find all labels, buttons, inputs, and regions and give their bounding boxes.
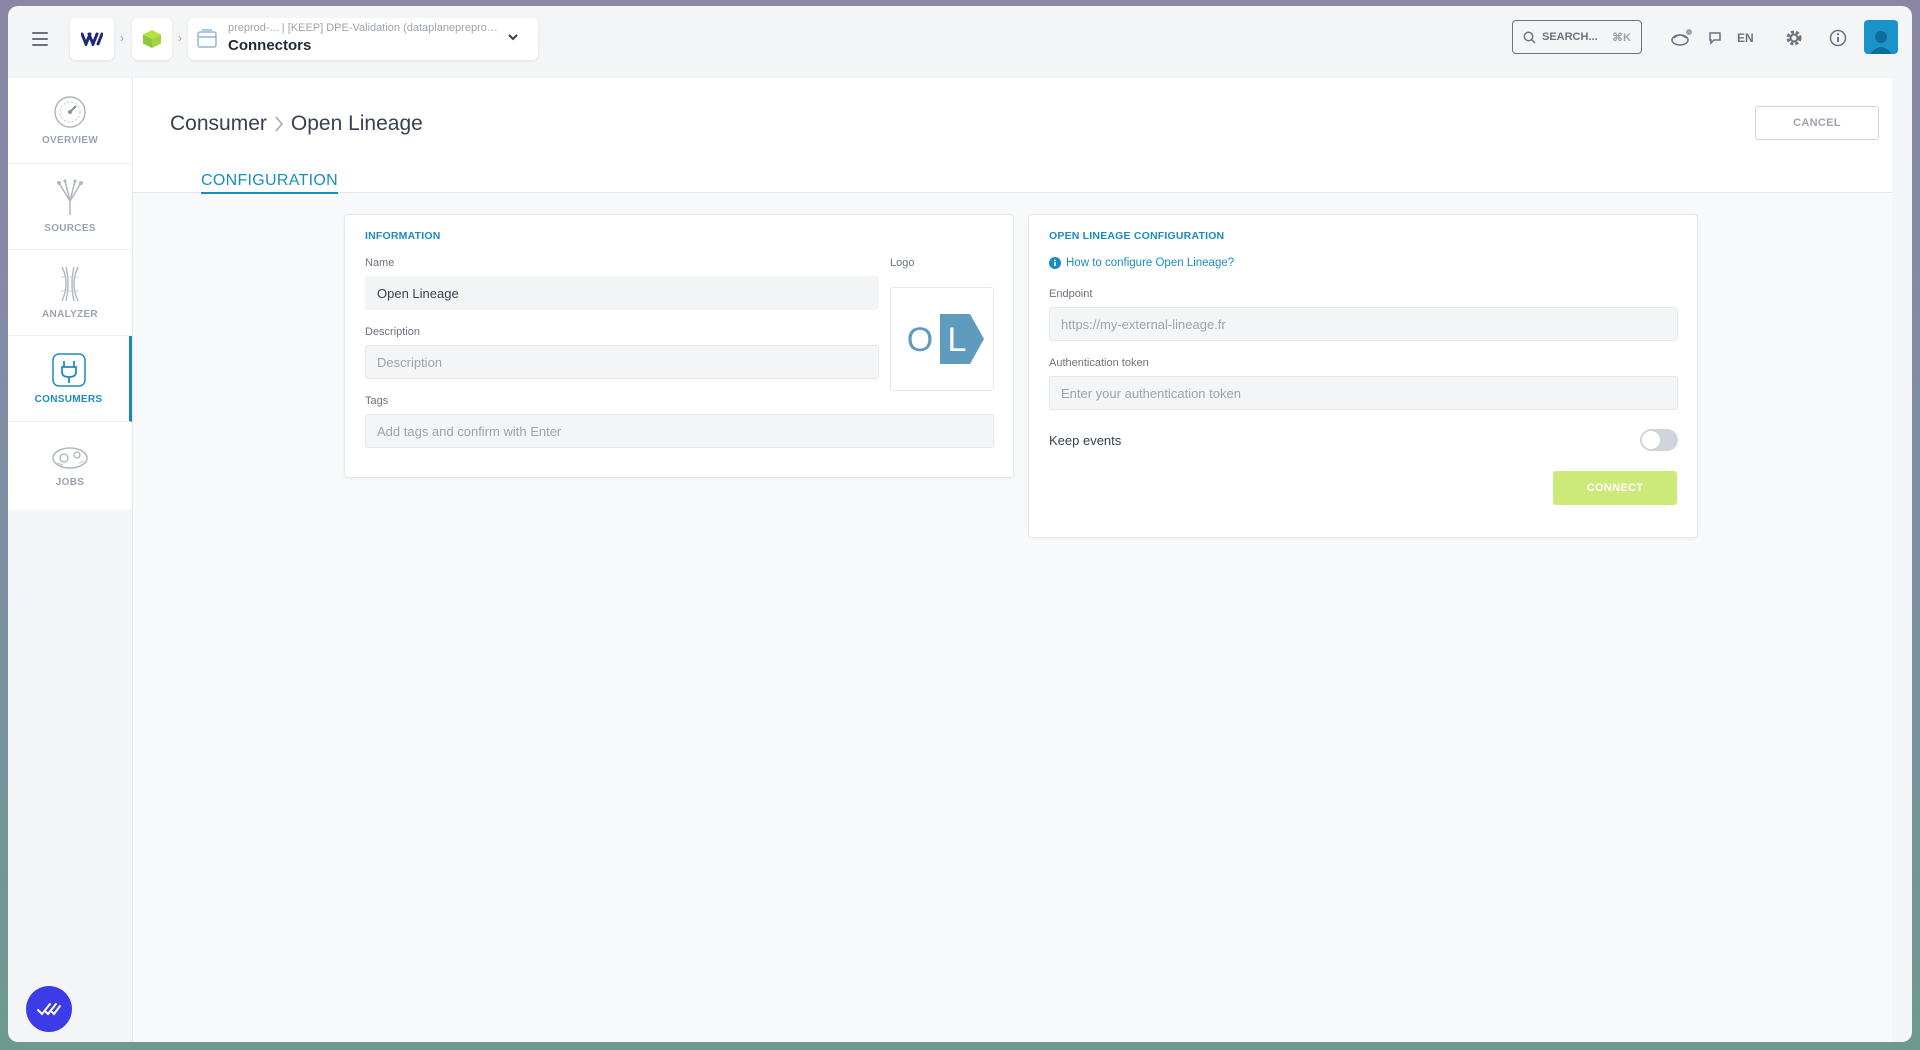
information-title: INFORMATION (365, 230, 441, 242)
jobs-icon (52, 446, 88, 469)
open-lineage-config-card: OPEN LINEAGE CONFIGURATION How to config… (1028, 214, 1698, 538)
workspace-icon (197, 29, 217, 48)
notifications-icon[interactable] (1670, 28, 1692, 48)
sidebar-item-consumers[interactable]: CONSUMERS (8, 336, 132, 422)
sources-icon (57, 179, 83, 215)
description-label: Description (365, 326, 421, 338)
tags-label: Tags (365, 395, 389, 407)
top-bar: › › preprod-... | [KEEP] DPE-Validation … (8, 6, 1912, 72)
logo-letter-o: O (907, 321, 933, 359)
chat-icon[interactable] (1708, 32, 1722, 45)
sidebar-item-label: SOURCES (44, 223, 96, 234)
app-window: › › preprod-... | [KEEP] DPE-Validation … (8, 6, 1912, 1042)
auth-token-label: Authentication token (1049, 357, 1149, 369)
auth-token-field[interactable] (1049, 376, 1678, 410)
open-lineage-config-title: OPEN LINEAGE CONFIGURATION (1049, 230, 1225, 242)
gear-icon[interactable] (1784, 28, 1804, 48)
info-circle-icon (1049, 257, 1061, 269)
how-to-configure-label: How to configure Open Lineage? (1066, 257, 1235, 269)
main-content: Consumer Open Lineage CANCEL CONFIGURATI… (132, 78, 1892, 1042)
breadcrumb-current: Open Lineage (290, 112, 423, 135)
sidebar: OVERVIEW SOURCES ANALYZER CONSUMERS JOBS (8, 78, 132, 510)
sidebar-item-label: ANALYZER (42, 309, 98, 320)
search-icon (1523, 31, 1536, 44)
cancel-button[interactable]: CANCEL (1755, 106, 1879, 140)
workspace-title: Connectors (228, 37, 312, 54)
language-switch[interactable]: EN (1737, 31, 1754, 45)
logo-label: Logo (890, 257, 915, 269)
sidebar-item-label: OVERVIEW (41, 135, 99, 146)
breadcrumb-separator: › (178, 31, 182, 45)
tab-configuration[interactable]: CONFIGURATION (201, 172, 338, 194)
info-icon[interactable] (1829, 29, 1847, 47)
description-field[interactable] (365, 345, 879, 379)
breadcrumb-separator: › (120, 31, 124, 45)
information-card: INFORMATION Name Logo O L Description Ta… (344, 214, 1014, 478)
name-field[interactable] (365, 276, 879, 310)
connect-button[interactable]: CONNECT (1553, 471, 1677, 505)
search-label: SEARCH... (1542, 31, 1598, 43)
tags-field[interactable] (365, 414, 994, 448)
keep-events-label: Keep events (1049, 433, 1122, 448)
sidebar-item-jobs[interactable]: JOBS (8, 422, 132, 508)
plug-icon (51, 353, 86, 387)
analyzer-icon (61, 266, 79, 302)
open-lineage-logo: O L (907, 314, 984, 364)
sidebar-item-analyzer[interactable]: ANALYZER (8, 250, 132, 336)
search-button[interactable]: SEARCH... ⌘K (1512, 20, 1642, 54)
brand-logo-icon (81, 32, 103, 46)
name-label: Name (365, 257, 395, 269)
assistant-button[interactable] (26, 986, 72, 1032)
breadcrumb-root[interactable]: Consumer (170, 112, 267, 136)
workspace-path: preprod-... | [KEEP] DPE-Validation (dat… (228, 22, 498, 34)
sidebar-item-sources[interactable]: SOURCES (8, 164, 132, 250)
chevron-right-icon (275, 116, 283, 132)
cube-icon (143, 30, 161, 48)
search-shortcut: ⌘K (1612, 31, 1631, 44)
page-title: Consumer Open Lineage (170, 112, 423, 136)
sidebar-item-label: JOBS (55, 476, 85, 488)
keep-events-toggle[interactable] (1640, 429, 1678, 451)
endpoint-field[interactable] (1049, 307, 1678, 341)
sidebar-item-overview[interactable]: OVERVIEW (8, 78, 132, 164)
endpoint-label: Endpoint (1049, 288, 1093, 300)
user-icon (1870, 31, 1892, 54)
logo-letter-l: L (948, 321, 967, 359)
home-logo-button[interactable] (70, 18, 114, 60)
logo-upload[interactable]: O L (890, 287, 994, 391)
project-button[interactable] (132, 18, 172, 60)
how-to-configure-link[interactable]: How to configure Open Lineage? (1049, 257, 1234, 269)
speedometer-icon (54, 96, 86, 128)
menu-icon[interactable] (32, 32, 48, 46)
sidebar-item-label: CONSUMERS (34, 394, 103, 405)
avatar[interactable] (1864, 20, 1898, 54)
double-check-icon (37, 1003, 61, 1016)
chevron-down-icon[interactable] (506, 30, 520, 44)
